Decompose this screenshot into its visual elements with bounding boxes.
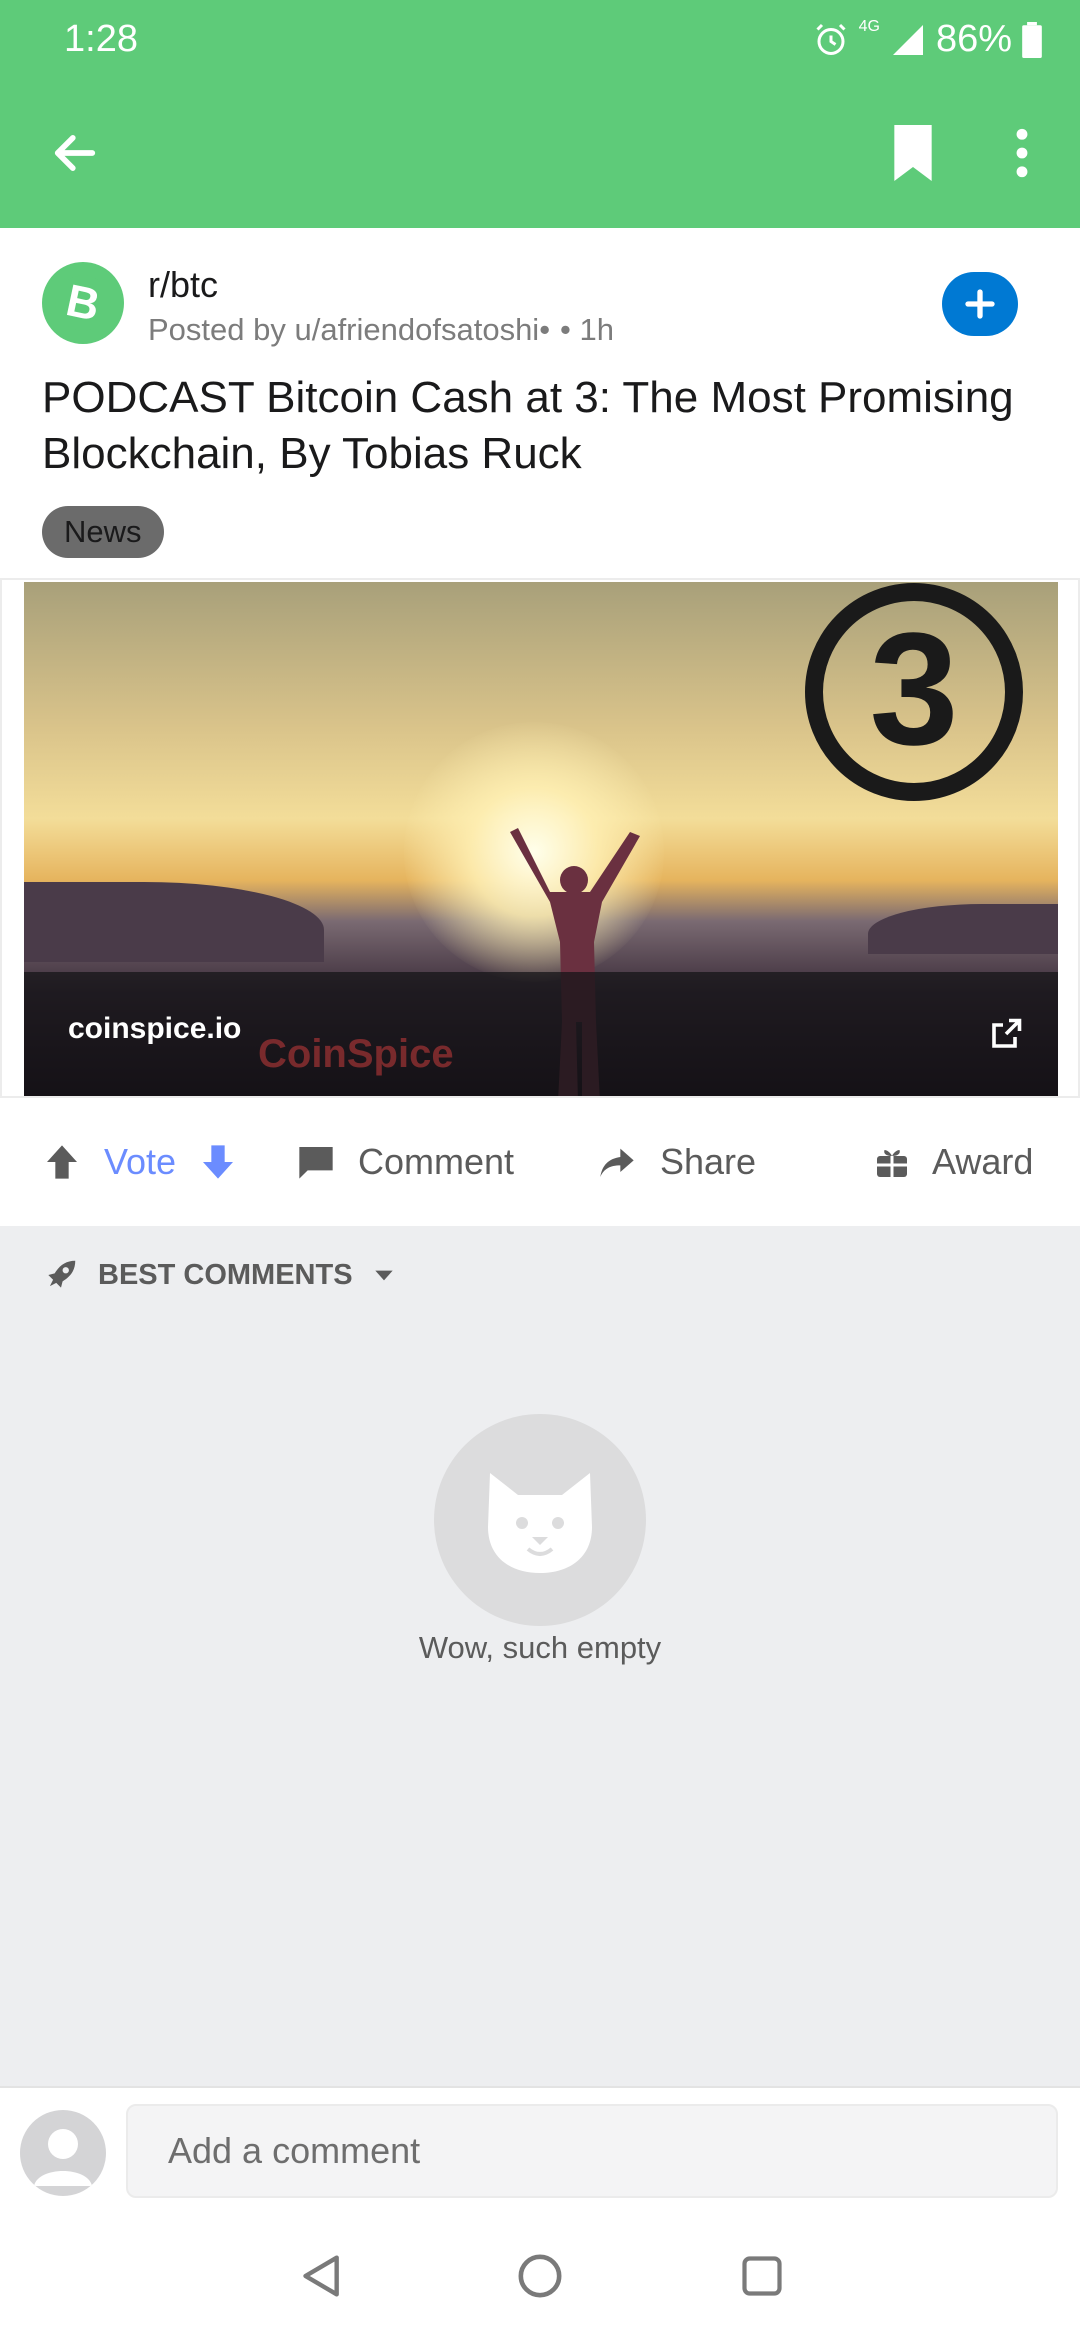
external-link-icon	[992, 1018, 1022, 1048]
nav-home-button[interactable]	[512, 2248, 568, 2304]
status-bar: 1:28 4G 86%	[0, 0, 1080, 80]
empty-state-illustration	[434, 1414, 646, 1626]
bitcoin-icon: B	[55, 274, 111, 331]
comment-button[interactable]: Comment	[296, 1098, 514, 1226]
empty-state-text: Wow, such empty	[418, 1630, 662, 1665]
post-header: B r/btc Posted by u/afriendofsatoshi• • …	[0, 228, 1080, 578]
comments-section: BEST COMMENTS Wow, such empty	[0, 1226, 1080, 2086]
caret-down-icon	[374, 1270, 393, 1281]
svg-text:3: 3	[870, 599, 959, 778]
app-bar	[0, 80, 1080, 228]
post-actions: Vote Comment Share Award	[0, 1098, 1080, 1226]
post-meta: Posted by u/afriendofsatoshi• • 1h	[148, 312, 614, 348]
subreddit-name[interactable]: r/btc	[148, 264, 218, 306]
bookmark-icon	[894, 125, 932, 181]
nav-recents-button[interactable]	[734, 2248, 790, 2304]
post-author[interactable]: Posted by u/afriendofsatoshi•	[148, 312, 550, 348]
comment-sort[interactable]: BEST COMMENTS	[42, 1256, 397, 1294]
share-button[interactable]: Share	[596, 1098, 756, 1226]
alarm-icon	[816, 23, 846, 55]
system-nav-bar	[0, 2208, 1080, 2340]
user-avatar[interactable]	[20, 2110, 106, 2196]
preview-image: 3 coinspice.io CoinSpice	[24, 582, 1058, 1096]
post-flair[interactable]: News	[42, 506, 164, 558]
vote-label: Vote	[104, 1141, 177, 1182]
rocket-icon	[48, 1260, 76, 1288]
upvote-icon[interactable]	[42, 1142, 82, 1182]
share-label: Share	[660, 1141, 757, 1182]
back-button[interactable]	[40, 118, 110, 188]
link-preview[interactable]: 3 coinspice.io CoinSpice	[0, 578, 1080, 1098]
more-options-button[interactable]	[990, 118, 1054, 188]
plus-icon	[965, 289, 995, 319]
award-label: Award	[932, 1141, 1034, 1182]
sort-label: BEST COMMENTS	[98, 1258, 353, 1291]
user-avatar-icon	[34, 2129, 92, 2186]
arrow-left-icon	[54, 135, 96, 171]
circle-home-icon	[518, 2254, 562, 2298]
downvote-icon[interactable]	[198, 1142, 238, 1182]
top-bar: 1:28 4G 86%	[0, 0, 1080, 228]
bookmark-button[interactable]	[878, 118, 948, 188]
triangle-back-icon	[303, 2255, 339, 2297]
preview-watermark: CoinSpice	[258, 1032, 454, 1076]
nav-back-button[interactable]	[294, 2248, 350, 2304]
preview-domain: coinspice.io	[68, 1012, 242, 1045]
vote-group: Vote	[42, 1098, 238, 1226]
signal-icon	[892, 24, 923, 55]
hill-right	[868, 904, 1058, 954]
network-label: 4G	[858, 18, 880, 35]
comment-input[interactable]: Add a comment	[126, 2104, 1058, 2198]
battery-icon	[1022, 21, 1042, 58]
award-button[interactable]: Award	[874, 1098, 1033, 1226]
subreddit-avatar[interactable]: B	[42, 262, 124, 344]
square-recents-icon	[742, 2256, 782, 2296]
status-icons: 4G 86%	[813, 18, 1042, 61]
post-age: • 1h	[560, 312, 614, 347]
number-three-badge: 3	[805, 583, 1023, 801]
cat-face-icon	[488, 1473, 592, 1573]
post-title: PODCAST Bitcoin Cash at 3: The Most Prom…	[42, 373, 1014, 478]
comment-icon	[299, 1147, 333, 1179]
status-time: 1:28	[64, 18, 138, 60]
gift-icon	[877, 1150, 907, 1177]
battery-percent: 86%	[935, 18, 1012, 60]
comment-bar: Add a comment	[0, 2086, 1080, 2208]
hill-left	[24, 882, 324, 962]
more-vert-icon	[1016, 128, 1028, 178]
comment-label: Comment	[358, 1141, 515, 1182]
share-icon	[600, 1148, 634, 1177]
join-button[interactable]	[942, 272, 1018, 336]
